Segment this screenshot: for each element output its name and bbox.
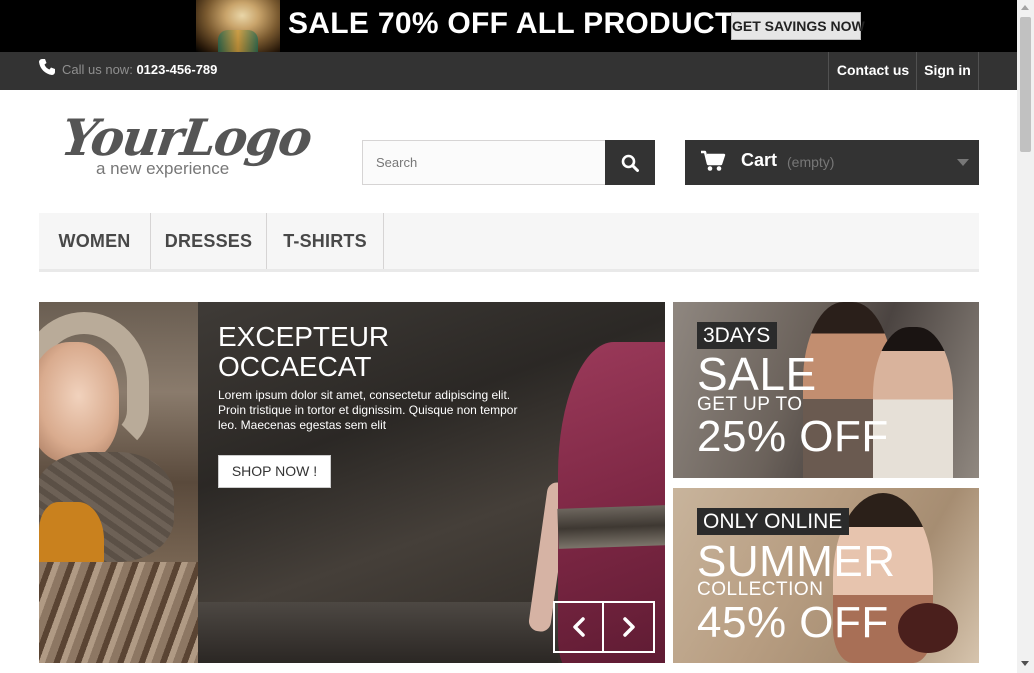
phone-icon <box>39 59 55 75</box>
get-savings-button[interactable]: GET SAVINGS NOW <box>731 12 865 40</box>
main-image-rail <box>198 602 558 663</box>
slide-title-line1: EXCEPTEUR <box>218 321 390 352</box>
slider-controls <box>553 601 655 653</box>
main-image-belt <box>557 505 665 549</box>
promo-discount: 45% OFF <box>697 598 889 647</box>
top-promo-banner[interactable]: SALE 70% OFF ALL PRODUCTS GET SAVINGS NO… <box>0 0 1017 52</box>
cart-label: Cart <box>741 150 778 170</box>
cart-button[interactable]: Cart (empty) <box>685 140 979 185</box>
promo-summer-sunglasses <box>898 603 958 653</box>
promo-tag: ONLY ONLINE <box>697 508 850 535</box>
promo-banner-sale[interactable]: 3DAYS SALE GET UP TO 25% OFF <box>673 302 979 478</box>
scrollbar-thumb[interactable] <box>1020 17 1031 152</box>
nav-item-t-shirts[interactable]: T-SHIRTS <box>267 213 384 269</box>
search-input[interactable] <box>362 140 606 185</box>
promo-headline: SUMMER <box>697 537 896 586</box>
nav-item-dresses[interactable]: DRESSES <box>151 213 267 269</box>
shop-now-button[interactable]: SHOP NOW ! <box>218 455 331 488</box>
nav-item-women[interactable]: WOMEN <box>39 213 151 269</box>
banner-headline: SALE 70% OFF ALL PRODUCTS <box>288 7 754 40</box>
slide-title: EXCEPTEUR OCCAECAT <box>218 322 389 382</box>
slide-title-line2: OCCAECAT <box>218 351 372 382</box>
promo-banner-summer[interactable]: ONLY ONLINE SUMMER COLLECTION 45% OFF <box>673 488 979 663</box>
chevron-right-icon <box>623 617 635 637</box>
slider-side-image <box>39 302 198 663</box>
banner-model-image <box>196 0 280 52</box>
slide-description: Lorem ipsum dolor sit amet, consectetur … <box>218 388 518 432</box>
logo-tagline: a new experience <box>96 159 230 178</box>
side-image-fur <box>39 562 198 663</box>
promo-headline: SALE <box>697 348 817 400</box>
call-us-label: Call us now: <box>62 62 133 77</box>
contact-us-link[interactable]: Contact us <box>828 52 917 90</box>
promo-subline: COLLECTION <box>697 579 824 600</box>
search-button[interactable] <box>605 140 655 185</box>
slider-next-button[interactable] <box>605 603 654 651</box>
slider-prev-button[interactable] <box>555 603 604 651</box>
side-image-face <box>39 342 119 462</box>
call-us-text: Call us now: 0123-456-789 <box>62 62 217 77</box>
page: SALE 70% OFF ALL PRODUCTS GET SAVINGS NO… <box>0 0 1034 673</box>
main-nav: WOMEN DRESSES T-SHIRTS <box>39 213 979 272</box>
cart-status: (empty) <box>787 154 835 170</box>
cart-icon <box>701 150 726 171</box>
promo-discount: 25% OFF <box>697 412 889 461</box>
chevron-down-icon <box>957 159 969 166</box>
home-slider[interactable]: EXCEPTEUR OCCAECAT Lorem ipsum dolor sit… <box>39 302 665 663</box>
scroll-down-arrow-icon[interactable] <box>1021 661 1029 666</box>
scroll-up-arrow-icon[interactable] <box>1021 5 1029 10</box>
chevron-left-icon <box>573 617 585 637</box>
phone-number: 0123-456-789 <box>136 62 218 77</box>
vertical-scrollbar[interactable] <box>1017 0 1034 673</box>
site-logo[interactable]: YourLogo a new experience <box>58 108 315 184</box>
sign-in-link[interactable]: Sign in <box>916 52 979 90</box>
promo-tag: 3DAYS <box>697 322 778 349</box>
search-icon <box>621 154 639 172</box>
